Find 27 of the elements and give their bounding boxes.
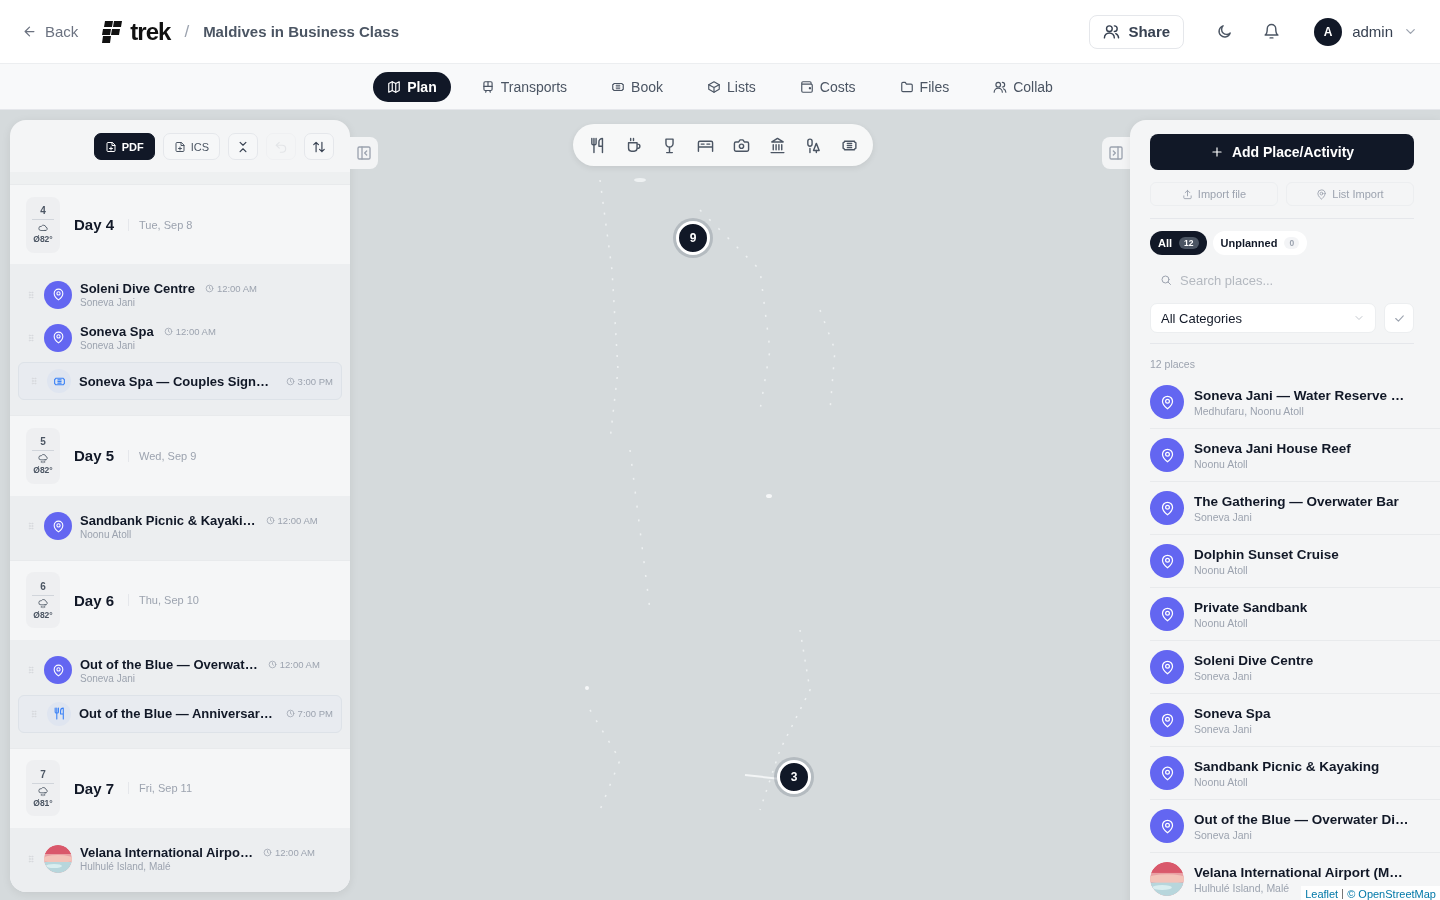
- tab[interactable]: Book: [597, 71, 677, 102]
- notifications-button[interactable]: [1263, 23, 1281, 40]
- back-link[interactable]: Back: [22, 23, 79, 40]
- tab[interactable]: Files: [885, 71, 964, 102]
- user-menu[interactable]: A admin: [1314, 17, 1418, 46]
- logo[interactable]: trek: [100, 17, 171, 46]
- map-icon: [387, 79, 402, 94]
- wallet-icon: [799, 79, 814, 94]
- tab[interactable]: Lists: [693, 71, 770, 102]
- tab[interactable]: Costs: [785, 71, 870, 102]
- trip-title: Maldives in Business Class: [203, 23, 400, 40]
- folder-icon: [899, 79, 914, 94]
- logo-icon: [100, 19, 125, 44]
- bus-icon: [480, 79, 495, 94]
- users-icon: [1103, 23, 1121, 40]
- dark-mode-button[interactable]: [1216, 23, 1234, 40]
- bell-icon: [1263, 23, 1281, 40]
- package-icon: [707, 79, 721, 94]
- users-icon: [993, 79, 1008, 94]
- breadcrumb-separator: /: [184, 21, 190, 42]
- arrow-left-icon: [22, 24, 37, 39]
- moon-icon: [1216, 23, 1234, 40]
- tab[interactable]: Collab: [979, 71, 1067, 102]
- user-avatar: A: [1314, 17, 1343, 46]
- share-button[interactable]: Share: [1089, 14, 1185, 49]
- tab[interactable]: Plan: [373, 71, 451, 102]
- tab[interactable]: Transports: [466, 71, 582, 102]
